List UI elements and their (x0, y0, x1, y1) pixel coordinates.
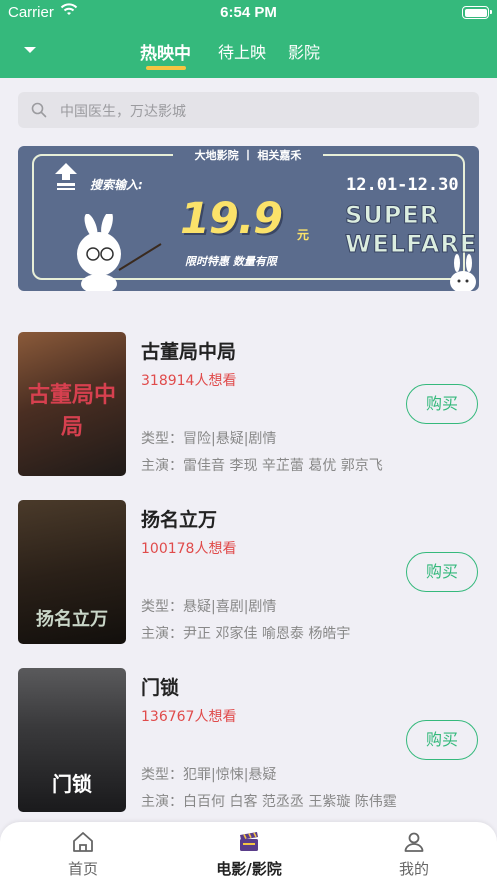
tab-profile[interactable]: 我的 (331, 822, 497, 883)
top-nav: 热映中 待上映 影院 (0, 26, 497, 78)
movie-genre: 类型：犯罪|惊悚|悬疑 (141, 767, 277, 783)
banner-price: 19.9 (180, 194, 283, 244)
movie-poster[interactable]: 门锁 (18, 668, 126, 812)
search-placeholder: 中国医生，万达影城 (60, 104, 186, 120)
poster-title-text: 古董局中局 (27, 383, 116, 440)
home-icon (73, 832, 93, 852)
poster-title-text: 扬名立万 (36, 609, 108, 630)
tab-movies-cinemas-label: 电影/影院 (216, 860, 282, 878)
rabbit-peek-icon (450, 254, 476, 291)
banner-price-unit: 元 (297, 228, 310, 242)
tab-movies-cinemas[interactable]: 电影/影院 (166, 822, 332, 883)
movie-want-count: 318914人想看 (141, 373, 237, 389)
movie-cast: 主演：尹正 邓家佳 喻恩泰 杨皓宇 (141, 626, 351, 642)
movie-list-item[interactable]: 扬名立万 扬名立万 100178人想看 类型：悬疑|喜剧|剧情 主演：尹正 邓家… (0, 500, 497, 648)
movie-genre: 类型：冒险|悬疑|剧情 (141, 431, 277, 447)
banner-search-label: 搜索输入: (90, 178, 143, 192)
banner-super-text: SUPER (344, 201, 440, 230)
status-bar: Carrier 6:54 PM (0, 0, 497, 26)
tab-profile-label: 我的 (398, 860, 429, 878)
buy-button[interactable]: 购买 (406, 552, 478, 592)
movie-list-item[interactable]: 门锁 门锁 136767人想看 类型：犯罪|惊悚|悬疑 主演：白百何 白客 范丞… (0, 668, 497, 816)
tab-home-label: 首页 (67, 860, 98, 878)
banner-date-range: 12.01-12.30 (346, 175, 459, 195)
tab-now-showing[interactable]: 热映中 (140, 39, 191, 64)
movie-want-count: 100178人想看 (141, 541, 237, 557)
battery-icon (462, 6, 492, 19)
promo-banner[interactable]: 大地影院 丨 相关嘉禾 搜索输入: 19.9 元 限时特惠 数量有限 12.01… (18, 146, 479, 291)
buy-button[interactable]: 购买 (406, 720, 478, 760)
movie-poster[interactable]: 古董局中局 (18, 332, 126, 476)
bottom-tab-bar: 首页 电影/影院 我的 (0, 822, 497, 883)
banner-limit-text: 限时特惠 数量有限 (185, 255, 277, 268)
poster-title-text: 门锁 (52, 772, 92, 796)
clapperboard-icon (240, 832, 258, 851)
banner-top-text: 大地影院 丨 相关嘉禾 (173, 146, 323, 166)
movie-list-item[interactable]: 古董局中局 古董局中局 318914人想看 类型：冒险|悬疑|剧情 主演：雷佳音… (0, 332, 497, 480)
profile-icon (404, 832, 424, 852)
buy-button[interactable]: 购买 (406, 384, 478, 424)
clock: 6:54 PM (220, 4, 277, 21)
movie-poster[interactable]: 扬名立万 (18, 500, 126, 644)
active-tab-indicator (146, 66, 186, 70)
tab-home[interactable]: 首页 (0, 822, 166, 883)
rabbit-mascot-icon (77, 214, 162, 291)
dropdown-icon[interactable] (18, 44, 42, 58)
movie-cast: 主演：白百何 白客 范丞丞 王紫璇 陈伟霆 (141, 794, 397, 810)
banner-super-welfare: SUPER WELFARE (344, 201, 477, 259)
tab-cinemas[interactable]: 影院 (288, 39, 320, 63)
movie-cast: 主演：雷佳音 李现 辛芷蕾 葛优 郭京飞 (141, 458, 383, 474)
movie-genre: 类型：悬疑|喜剧|剧情 (141, 599, 277, 615)
search-input[interactable]: 中国医生，万达影城 (18, 92, 479, 128)
movie-title[interactable]: 扬名立万 (141, 505, 217, 532)
movie-title[interactable]: 古董局中局 (141, 337, 236, 364)
tab-coming-soon[interactable]: 待上映 (218, 39, 266, 63)
movie-want-count: 136767人想看 (141, 709, 237, 725)
up-arrow-icon (55, 163, 77, 190)
search-icon (31, 102, 47, 118)
movie-title[interactable]: 门锁 (141, 673, 179, 700)
